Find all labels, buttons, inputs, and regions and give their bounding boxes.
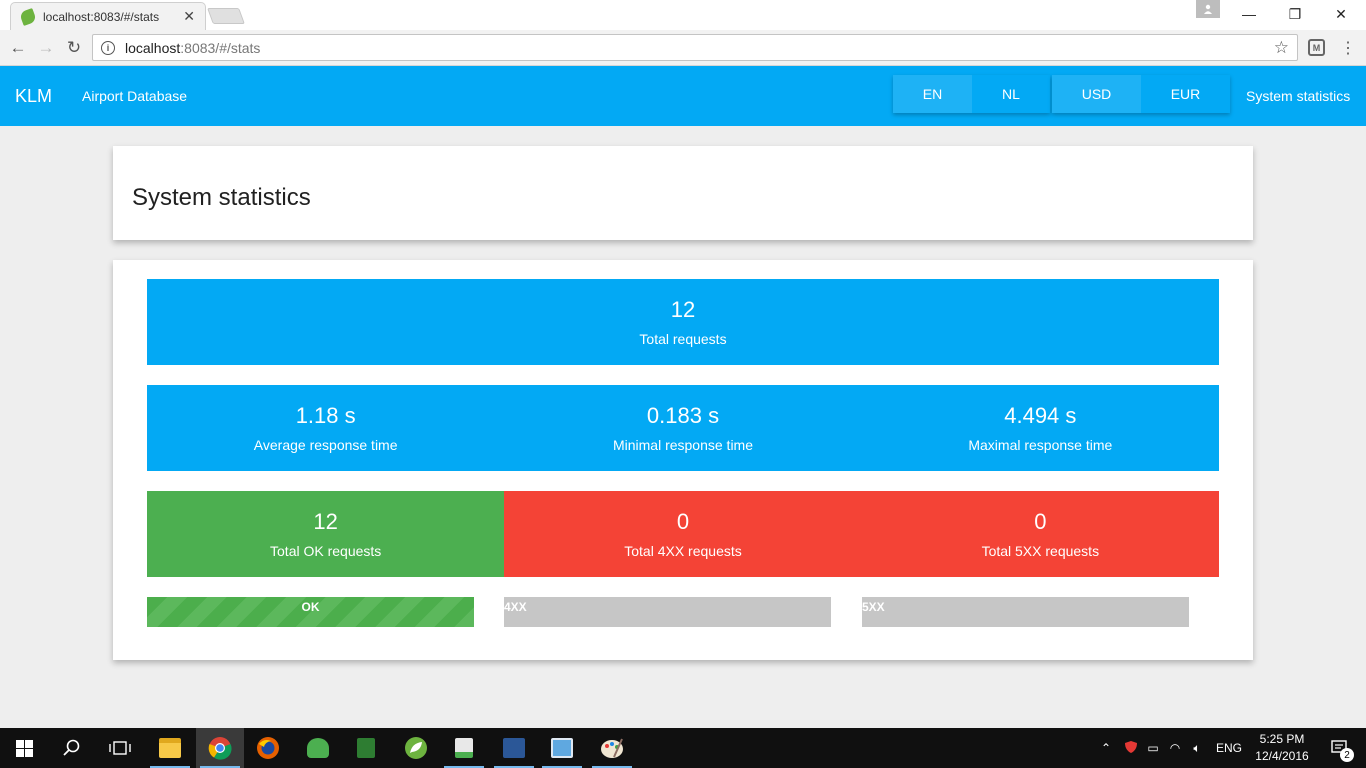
stat-value: 0.183 s — [646, 403, 720, 428]
taskbar-clock[interactable]: 5:25 PM 12/4/2016 — [1244, 731, 1320, 765]
powershell-icon[interactable] — [490, 728, 538, 768]
notification-center-icon[interactable]: 2 — [1322, 728, 1358, 768]
title-card: System statistics — [113, 146, 1253, 240]
progress-label-4xx: 4XX — [504, 600, 527, 614]
response-time-panel: 1.18 s Average response time 0.183 s Min… — [147, 385, 1219, 471]
app-header: KLM Airport Database EN NL USD EUR Syste… — [0, 66, 1366, 126]
clock-date: 12/4/2016 — [1255, 749, 1309, 763]
url-path: :8083/#/stats — [180, 39, 261, 56]
forward-button[interactable]: → — [34, 36, 58, 60]
progress-label-ok: OK — [301, 600, 320, 614]
total-requests-panel: 12 Total requests — [147, 279, 1219, 365]
currency-usd-button[interactable]: USD — [1052, 75, 1141, 113]
editor-icon[interactable] — [440, 728, 488, 768]
lang-nl-button[interactable]: NL — [972, 75, 1050, 113]
firefox-icon[interactable] — [244, 728, 292, 768]
back-button[interactable]: ← — [6, 36, 30, 60]
file-explorer-icon[interactable] — [146, 728, 194, 768]
notification-count-badge: 2 — [1340, 748, 1354, 762]
progress-bar-5xx: 5XX — [862, 597, 1189, 627]
nav-system-statistics[interactable]: System statistics — [1246, 88, 1350, 104]
brand-logo[interactable]: KLM — [15, 86, 52, 107]
progress-bar-ok: OK — [147, 597, 474, 627]
stat-value: 12 — [313, 509, 338, 534]
lang-en-button[interactable]: EN — [893, 75, 972, 113]
app-icon[interactable] — [294, 728, 342, 768]
new-tab-button[interactable] — [207, 8, 245, 24]
currency-switcher: USD EUR — [1052, 75, 1230, 113]
battery-icon[interactable]: ▭ — [1142, 741, 1164, 755]
extension-icon[interactable]: M — [1308, 39, 1325, 56]
tab-close-icon[interactable]: ✕ — [183, 8, 195, 25]
stat-total-5xx-requests: 0 Total 5XX requests — [861, 491, 1219, 577]
progress-label-5xx: 5XX — [862, 600, 885, 614]
stat-maximal-response-time: 4.494 s Maximal response time — [862, 385, 1219, 471]
input-language[interactable]: ENG — [1216, 741, 1242, 755]
page-title: System statistics — [132, 184, 311, 211]
stat-label: Total OK requests — [270, 543, 382, 559]
reload-button[interactable]: ↻ — [62, 36, 86, 60]
volume-icon[interactable]: 🔈︎ — [1186, 741, 1208, 756]
language-switcher: EN NL — [893, 75, 1050, 113]
stat-label: Maximal response time — [968, 437, 1113, 453]
chrome-icon[interactable] — [196, 728, 244, 768]
close-window-button[interactable]: ✕ — [1318, 0, 1364, 28]
stat-value: 1.18 s — [295, 403, 356, 428]
windows-start-icon[interactable] — [0, 728, 48, 768]
minimize-button[interactable]: — — [1226, 0, 1272, 28]
browser-menu-icon[interactable]: ⋮ — [1340, 38, 1356, 58]
stat-label: Average response time — [253, 437, 398, 453]
search-icon[interactable] — [48, 728, 96, 768]
nav-airport-database[interactable]: Airport Database — [82, 88, 187, 104]
browser-tab[interactable]: localhost:8083/#/stats ✕ — [10, 2, 206, 30]
spring-icon[interactable] — [392, 728, 440, 768]
stat-value: 0 — [1034, 509, 1047, 534]
stat-total-4xx-requests: 0 Total 4XX requests — [504, 491, 862, 577]
windows-taskbar: ⌃ ▭ ◠ 🔈︎ ENG 5:25 PM 12/4/2016 2 — [0, 728, 1366, 768]
remote-desktop-icon[interactable] — [538, 728, 586, 768]
notepad-icon[interactable] — [342, 728, 390, 768]
spring-leaf-icon — [19, 7, 37, 26]
stat-label: Total 4XX requests — [624, 543, 742, 559]
stat-total-requests: 12 Total requests — [147, 279, 1219, 365]
wifi-icon[interactable]: ◠ — [1164, 741, 1186, 755]
security-shield-icon[interactable] — [1120, 740, 1142, 757]
stats-card: 12 Total requests 1.18 s Average respons… — [113, 260, 1253, 660]
task-view-icon[interactable] — [96, 728, 144, 768]
status-code-panel: 12 Total OK requests 0 Total 4XX request… — [147, 491, 1219, 577]
chevron-up-icon[interactable]: ⌃ — [1098, 741, 1114, 755]
stat-minimal-response-time: 0.183 s Minimal response time — [504, 385, 861, 471]
info-icon[interactable]: i — [101, 40, 115, 55]
currency-eur-button[interactable]: EUR — [1141, 75, 1230, 113]
stat-label: Total 5XX requests — [981, 543, 1100, 559]
bookmark-star-icon[interactable]: ☆ — [1274, 38, 1289, 58]
tab-title: localhost:8083/#/stats — [43, 9, 160, 24]
profile-icon[interactable] — [1196, 0, 1220, 18]
stat-value: 12 — [670, 297, 696, 322]
address-bar[interactable]: i localhost :8083/#/stats ☆ — [92, 34, 1298, 61]
paint-icon[interactable] — [588, 728, 636, 768]
browser-toolbar: ← → ↻ i localhost :8083/#/stats ☆ M ⋮ — [0, 30, 1366, 66]
progress-bar-4xx: 4XX — [504, 597, 831, 627]
url-host: localhost — [125, 39, 181, 56]
stat-label: Minimal response time — [612, 437, 754, 453]
stat-label: Total requests — [639, 331, 727, 347]
browser-tabstrip: localhost:8083/#/stats ✕ — ❐ ✕ — [0, 0, 1366, 30]
restore-button[interactable]: ❐ — [1272, 0, 1318, 28]
stat-total-ok-requests: 12 Total OK requests — [147, 491, 505, 577]
system-tray: ⌃ ▭ ◠ 🔈︎ ENG — [1098, 728, 1242, 768]
clock-time: 5:25 PM — [1259, 732, 1305, 746]
stat-average-response-time: 1.18 s Average response time — [147, 385, 504, 471]
stat-value: 0 — [676, 509, 690, 534]
stat-value: 4.494 s — [1004, 403, 1077, 428]
